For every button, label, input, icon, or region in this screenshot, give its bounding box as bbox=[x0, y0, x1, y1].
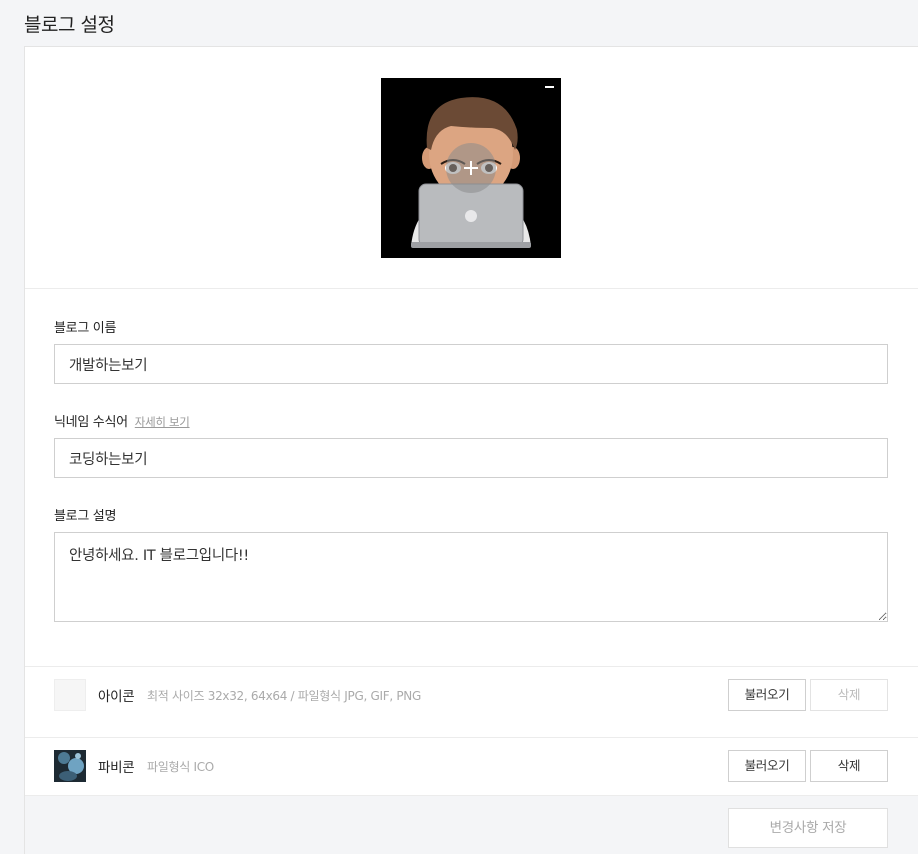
favicon-image-icon bbox=[54, 750, 86, 782]
icon-hint: 최적 사이즈 32x32, 64x64 / 파일형식 JPG, GIF, PNG bbox=[147, 689, 421, 703]
page-title: 블로그 설정 bbox=[24, 14, 115, 36]
remove-image-minus-icon[interactable] bbox=[543, 79, 557, 93]
add-image-plus-icon[interactable] bbox=[446, 143, 496, 193]
icon-thumbnail bbox=[54, 679, 86, 711]
icon-title: 아이콘 bbox=[98, 689, 135, 705]
favicon-title: 파비콘 bbox=[98, 760, 135, 776]
icon-delete-button[interactable]: 삭제 bbox=[810, 679, 888, 711]
favicon-delete-button[interactable]: 삭제 bbox=[810, 750, 888, 782]
favicon-load-button[interactable]: 불러오기 bbox=[728, 750, 806, 782]
nickname-label: 닉네임 수식어 bbox=[54, 415, 128, 430]
description-label: 블로그 설명 bbox=[54, 509, 117, 524]
footer-bar: 변경사항 저장 bbox=[25, 795, 918, 854]
profile-image[interactable] bbox=[381, 78, 561, 258]
icon-load-button[interactable]: 불러오기 bbox=[728, 679, 806, 711]
nickname-label-row: 닉네임 수식어 자세히 보기 bbox=[54, 411, 190, 430]
favicon-row: 파비콘 파일형식 ICO 불러오기 삭제 bbox=[25, 737, 918, 795]
nickname-input[interactable] bbox=[54, 438, 888, 478]
blog-name-input[interactable] bbox=[54, 344, 888, 384]
favicon-thumbnail bbox=[54, 750, 86, 782]
icon-row: 아이콘 최적 사이즈 32x32, 64x64 / 파일형식 JPG, GIF,… bbox=[25, 666, 918, 738]
profile-image-section bbox=[25, 47, 918, 289]
description-textarea[interactable]: 안녕하세요. IT 블로그입니다!! bbox=[54, 532, 888, 622]
nickname-detail-link[interactable]: 자세히 보기 bbox=[135, 415, 190, 429]
favicon-hint: 파일형식 ICO bbox=[147, 760, 214, 774]
settings-panel: 블로그 이름 닉네임 수식어 자세히 보기 블로그 설명 안녕하세요. IT 블로… bbox=[24, 46, 918, 854]
blog-name-label: 블로그 이름 bbox=[54, 321, 117, 336]
save-changes-button[interactable]: 변경사항 저장 bbox=[728, 808, 888, 848]
